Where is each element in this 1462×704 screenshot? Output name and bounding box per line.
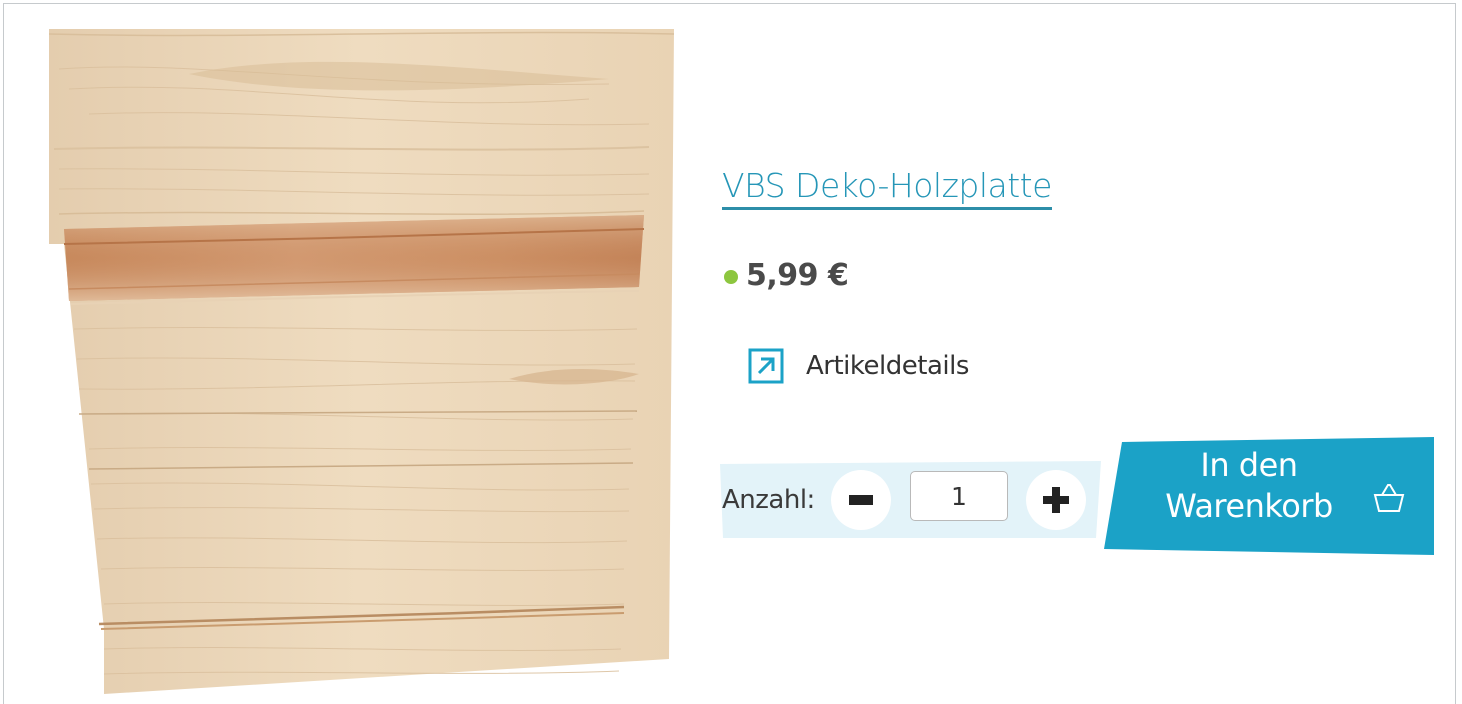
quantity-decrease-button[interactable] bbox=[831, 470, 891, 530]
quantity-selector: Anzahl: bbox=[720, 461, 1103, 538]
quantity-label: Anzahl: bbox=[722, 485, 815, 515]
quantity-input[interactable] bbox=[910, 471, 1008, 521]
add-to-cart-label: In den Warenkorb bbox=[1165, 446, 1333, 525]
product-image[interactable] bbox=[49, 29, 674, 694]
price-row: 5,99 € bbox=[724, 258, 849, 293]
availability-indicator bbox=[724, 269, 738, 284]
external-link-arrow-icon bbox=[748, 348, 784, 384]
product-price: 5,99 € bbox=[746, 258, 849, 293]
article-details-label: Artikeldetails bbox=[806, 351, 969, 381]
plus-icon bbox=[1043, 487, 1069, 513]
add-to-cart-button[interactable]: In den Warenkorb bbox=[1104, 437, 1436, 558]
basket-icon bbox=[1373, 484, 1405, 512]
article-details-link[interactable]: Artikeldetails bbox=[748, 348, 969, 384]
minus-icon bbox=[849, 495, 873, 505]
product-title-link[interactable]: VBS Deko-Holzplatte bbox=[722, 166, 1052, 210]
quantity-increase-button[interactable] bbox=[1026, 470, 1086, 530]
product-card: VBS Deko-Holzplatte 5,99 € Artikeldetail… bbox=[3, 3, 1456, 704]
